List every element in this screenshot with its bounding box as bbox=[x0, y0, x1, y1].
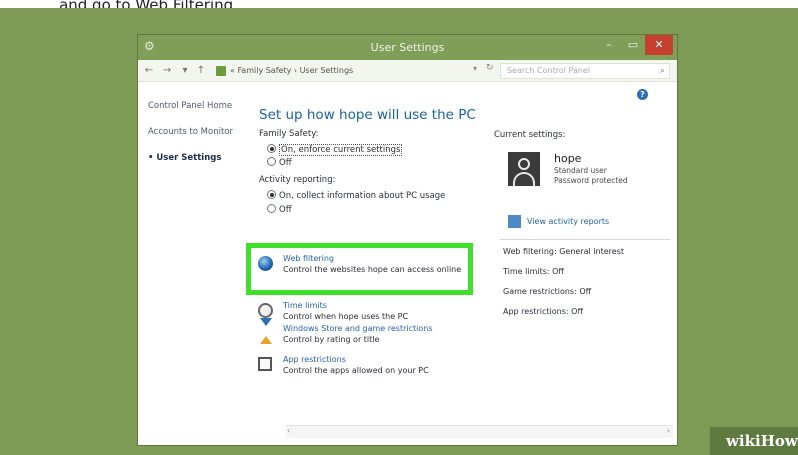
hourglass-icon bbox=[258, 318, 272, 345]
desktop-background: ⚙ User Settings – ▭ ✕ ← → ▾ ↑ « Family S… bbox=[0, 8, 798, 455]
app-restrictions-title[interactable]: App restrictions bbox=[283, 355, 346, 364]
wikihow-watermark: wikiHow bbox=[710, 427, 798, 455]
radio-unselected-icon[interactable] bbox=[267, 204, 276, 213]
nav-user-settings[interactable]: • User Settings bbox=[148, 153, 248, 163]
activity-off-option[interactable]: Off bbox=[267, 204, 292, 215]
search-placeholder: Search Control Panel bbox=[507, 66, 591, 75]
app-restrictions-link[interactable]: App restrictions Control the apps allowe… bbox=[258, 355, 468, 381]
title-bar[interactable]: ⚙ User Settings – ▭ ✕ bbox=[138, 35, 677, 60]
back-button[interactable]: ← bbox=[142, 64, 156, 78]
report-icon bbox=[508, 215, 521, 228]
recent-dropdown-icon[interactable]: ▾ bbox=[178, 64, 192, 78]
setting-game-restrictions: Game restrictions: Off bbox=[503, 287, 592, 296]
app-restrictions-desc: Control the apps allowed on your PC bbox=[283, 366, 429, 375]
time-limits-desc: Control when hope uses the PC bbox=[283, 312, 409, 321]
scroll-left-icon[interactable]: ‹ bbox=[287, 426, 290, 435]
scroll-right-icon[interactable]: › bbox=[667, 426, 670, 435]
up-button[interactable]: ↑ bbox=[194, 64, 208, 78]
user-body-icon bbox=[513, 172, 535, 186]
user-name: hope bbox=[554, 152, 582, 165]
current-settings-label: Current settings: bbox=[494, 130, 566, 140]
user-role: Standard user bbox=[554, 166, 607, 175]
web-filtering-link[interactable]: Web filtering Control the websites hope … bbox=[258, 254, 468, 280]
close-button[interactable]: ✕ bbox=[645, 35, 673, 55]
radio-unselected-icon[interactable] bbox=[267, 157, 276, 166]
user-settings-window: ⚙ User Settings – ▭ ✕ ← → ▾ ↑ « Family S… bbox=[137, 34, 678, 446]
address-dropdown-icon[interactable]: ▾ bbox=[473, 64, 477, 73]
user-password-status: Password protected bbox=[554, 176, 628, 185]
search-input[interactable]: Search Control Panel ⌕ bbox=[500, 63, 670, 79]
time-limits-title[interactable]: Time limits bbox=[283, 301, 327, 310]
search-icon[interactable]: ⌕ bbox=[660, 64, 665, 78]
minimize-button[interactable]: – bbox=[599, 35, 619, 55]
forward-button[interactable]: → bbox=[160, 64, 174, 78]
family-safety-on-option[interactable]: On, enforce current settings bbox=[267, 144, 403, 156]
family-safety-label: Family Safety: bbox=[259, 129, 319, 139]
setting-time-limits: Time limits: Off bbox=[503, 267, 564, 276]
family-safety-on-label: On, enforce current settings bbox=[279, 144, 403, 156]
breadcrumb-path: « Family Safety › User Settings bbox=[230, 66, 354, 75]
address-bar: ← → ▾ ↑ « Family Safety › User Settings … bbox=[138, 60, 677, 82]
window-title: User Settings bbox=[370, 41, 445, 54]
family-safety-off-label: Off bbox=[279, 158, 292, 168]
nav-accounts-to-monitor[interactable]: Accounts to Monitor bbox=[148, 127, 248, 137]
radio-selected-icon[interactable] bbox=[267, 144, 276, 153]
horizontal-scrollbar[interactable]: ‹ › bbox=[286, 425, 673, 438]
clock-icon bbox=[258, 303, 273, 318]
radio-selected-icon[interactable] bbox=[267, 190, 276, 199]
setting-app-restrictions: App restrictions: Off bbox=[503, 307, 583, 316]
store-restrictions-link[interactable]: Windows Store and game restrictions Cont… bbox=[258, 318, 468, 350]
app-icon bbox=[258, 357, 272, 371]
breadcrumb[interactable]: « Family Safety › User Settings bbox=[214, 63, 544, 79]
maximize-button[interactable]: ▭ bbox=[623, 35, 643, 55]
globe-icon bbox=[258, 256, 273, 271]
web-filtering-desc: Control the websites hope can access onl… bbox=[283, 265, 462, 274]
activity-on-label: On, collect information about PC usage bbox=[279, 191, 446, 201]
user-head-icon bbox=[518, 158, 530, 170]
left-navigation: Control Panel Home Accounts to Monitor •… bbox=[148, 101, 248, 179]
activity-on-option[interactable]: On, collect information about PC usage bbox=[267, 190, 445, 201]
activity-off-label: Off bbox=[279, 205, 292, 215]
refresh-button[interactable]: ↻ bbox=[486, 63, 494, 73]
nav-control-panel-home[interactable]: Control Panel Home bbox=[148, 101, 248, 111]
help-icon[interactable]: ? bbox=[637, 89, 648, 100]
family-safety-off-option[interactable]: Off bbox=[267, 157, 292, 168]
page-title: Set up how hope will use the PC bbox=[259, 107, 476, 123]
divider bbox=[500, 239, 670, 240]
family-safety-icon bbox=[216, 66, 226, 76]
view-activity-reports-link[interactable]: View activity reports bbox=[527, 217, 609, 226]
avatar bbox=[508, 152, 540, 186]
activity-reporting-label: Activity reporting: bbox=[259, 175, 336, 185]
store-restrictions-desc: Control by rating or title bbox=[283, 335, 380, 344]
store-restrictions-title[interactable]: Windows Store and game restrictions bbox=[283, 324, 433, 333]
web-filtering-title[interactable]: Web filtering bbox=[283, 254, 334, 263]
setting-web-filtering: Web filtering: General interest bbox=[503, 247, 624, 256]
